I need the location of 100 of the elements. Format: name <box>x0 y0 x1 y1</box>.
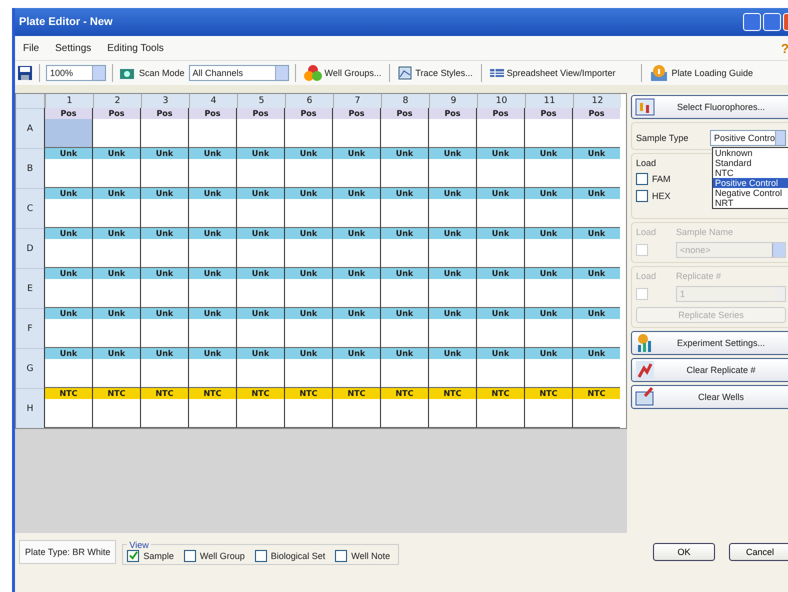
well[interactable]: NTC <box>332 388 380 428</box>
well[interactable]: Unk <box>140 228 188 268</box>
row-header[interactable]: A <box>16 108 44 148</box>
panel-button[interactable]: Clear Replicate # <box>631 358 788 382</box>
trace-styles-button[interactable]: Trace Styles... <box>396 66 475 80</box>
panel-button[interactable]: Experiment Settings... <box>631 331 788 355</box>
well[interactable]: Unk <box>524 308 572 348</box>
well[interactable]: NTC <box>476 388 524 428</box>
spreadsheet-view-button[interactable]: Spreadsheet View/Importer <box>488 66 618 80</box>
well[interactable]: Unk <box>572 268 620 308</box>
well[interactable]: Pos <box>92 108 140 148</box>
cancel-button[interactable]: Cancel <box>729 543 788 561</box>
dropdown-option[interactable]: Unknown <box>713 148 788 158</box>
well[interactable]: Unk <box>476 348 524 388</box>
column-header[interactable]: 6 <box>285 94 333 108</box>
well[interactable]: Unk <box>188 308 236 348</box>
well[interactable]: NTC <box>92 388 140 428</box>
well[interactable]: Pos <box>380 108 428 148</box>
well[interactable]: NTC <box>572 388 620 428</box>
plate-loading-guide-button[interactable]: Plate Loading Guide <box>648 64 756 82</box>
well[interactable]: Unk <box>140 348 188 388</box>
well[interactable]: NTC <box>380 388 428 428</box>
minimize-button[interactable] <box>743 13 761 31</box>
well[interactable]: Unk <box>140 308 188 348</box>
well[interactable]: Unk <box>428 188 476 228</box>
row-header[interactable]: E <box>16 268 44 308</box>
well[interactable]: Unk <box>428 268 476 308</box>
well[interactable]: Unk <box>524 188 572 228</box>
well[interactable]: Unk <box>572 188 620 228</box>
well[interactable]: Unk <box>140 188 188 228</box>
well[interactable]: Pos <box>476 108 524 148</box>
ok-button[interactable]: OK <box>653 543 715 561</box>
row-header[interactable]: D <box>16 228 44 268</box>
well[interactable]: Pos <box>140 108 188 148</box>
well[interactable]: Unk <box>44 188 92 228</box>
save-icon[interactable] <box>17 65 33 81</box>
maximize-button[interactable] <box>763 13 781 31</box>
well[interactable]: Unk <box>284 188 332 228</box>
well[interactable]: Unk <box>380 148 428 188</box>
row-header[interactable]: F <box>16 308 44 348</box>
well[interactable]: NTC <box>140 388 188 428</box>
well[interactable]: Unk <box>572 308 620 348</box>
well[interactable]: Unk <box>476 148 524 188</box>
row-header[interactable]: C <box>16 188 44 228</box>
well[interactable]: Unk <box>92 148 140 188</box>
column-header[interactable]: 9 <box>429 94 477 108</box>
well[interactable]: Unk <box>332 308 380 348</box>
well[interactable]: Unk <box>524 148 572 188</box>
column-header[interactable]: 2 <box>93 94 141 108</box>
column-header[interactable]: 11 <box>525 94 573 108</box>
well[interactable]: Unk <box>188 348 236 388</box>
well[interactable]: Unk <box>44 228 92 268</box>
well[interactable]: Unk <box>188 148 236 188</box>
well[interactable]: NTC <box>428 388 476 428</box>
well[interactable]: Unk <box>428 148 476 188</box>
well[interactable]: Unk <box>524 268 572 308</box>
well[interactable]: Unk <box>236 308 284 348</box>
dropdown-option[interactable]: Standard <box>713 158 788 168</box>
well[interactable]: Unk <box>92 348 140 388</box>
well[interactable]: Unk <box>284 348 332 388</box>
dropdown-option[interactable]: NTC <box>713 168 788 178</box>
row-header[interactable]: H <box>16 388 44 428</box>
well[interactable]: Unk <box>236 148 284 188</box>
well[interactable]: Unk <box>92 188 140 228</box>
well[interactable]: Pos <box>572 108 620 148</box>
well[interactable]: Unk <box>572 228 620 268</box>
well[interactable]: Unk <box>476 308 524 348</box>
well[interactable]: Unk <box>380 188 428 228</box>
well[interactable]: Unk <box>188 268 236 308</box>
well[interactable]: Unk <box>140 268 188 308</box>
well[interactable]: Unk <box>92 308 140 348</box>
column-header[interactable]: 10 <box>477 94 525 108</box>
panel-button[interactable]: Clear Wells <box>631 385 788 409</box>
checkbox[interactable] <box>335 550 348 562</box>
well[interactable]: Unk <box>284 228 332 268</box>
well[interactable]: Unk <box>44 308 92 348</box>
well[interactable]: Unk <box>236 268 284 308</box>
well[interactable]: Unk <box>572 148 620 188</box>
menu-item[interactable]: File <box>23 42 40 54</box>
well[interactable]: Unk <box>476 188 524 228</box>
dropdown-option[interactable]: Positive Control <box>713 178 788 188</box>
well[interactable]: Unk <box>284 148 332 188</box>
zoom-dropdown[interactable]: 100% <box>46 65 106 81</box>
well[interactable]: Unk <box>236 348 284 388</box>
well[interactable]: Unk <box>92 228 140 268</box>
well[interactable]: Unk <box>140 148 188 188</box>
checkbox[interactable] <box>636 190 648 202</box>
well[interactable]: Unk <box>380 308 428 348</box>
well[interactable]: Pos <box>236 108 284 148</box>
well[interactable]: Unk <box>380 268 428 308</box>
well[interactable]: Unk <box>476 228 524 268</box>
well[interactable]: Unk <box>332 148 380 188</box>
well[interactable]: Unk <box>236 228 284 268</box>
checkbox[interactable] <box>254 550 267 562</box>
well[interactable]: Pos <box>428 108 476 148</box>
column-header[interactable]: 8 <box>381 94 429 108</box>
well[interactable]: Pos <box>332 108 380 148</box>
well[interactable]: Unk <box>332 268 380 308</box>
well[interactable]: Unk <box>284 308 332 348</box>
well[interactable]: Unk <box>188 188 236 228</box>
